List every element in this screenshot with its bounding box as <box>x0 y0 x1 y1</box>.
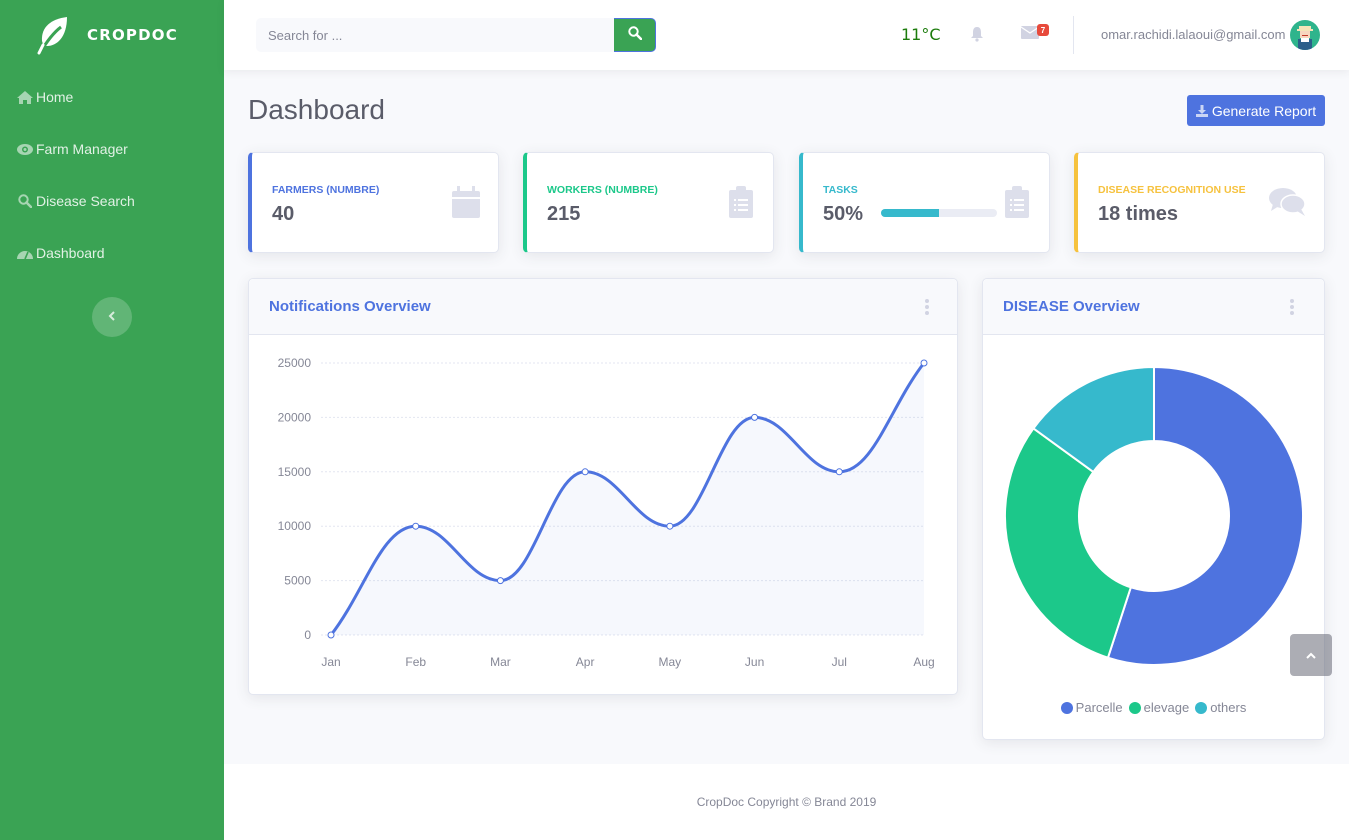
sidebar: CROPDOC Home Farm Manager Disease Search… <box>0 0 224 840</box>
notifications-area-chart: 0 5000 10000 15000 20000 25000 Jan Feb Mar Apr May… <box>278 356 935 669</box>
tachometer-icon <box>16 246 34 260</box>
data-point[interactable] <box>751 413 759 421</box>
tasks-progress-bar <box>881 209 939 217</box>
x-tick-label: Aug <box>913 655 934 669</box>
messages-count-badge: 7 <box>1037 24 1049 36</box>
sidebar-toggle-button[interactable] <box>92 297 132 337</box>
temperature: 11°C <box>901 25 941 44</box>
card-title: DISEASE Overview <box>1003 298 1140 315</box>
search-input[interactable] <box>256 18 614 52</box>
bell-icon[interactable] <box>970 26 984 47</box>
clipboard-list-icon <box>729 186 753 223</box>
data-point[interactable] <box>412 522 420 530</box>
y-tick-label: 5000 <box>284 574 311 588</box>
legend-dot <box>1060 701 1073 714</box>
user-email[interactable]: omar.rachidi.lalaoui@gmail.com <box>1101 27 1285 42</box>
stat-value: 18 times <box>1098 203 1179 225</box>
sidebar-item-dashboard[interactable]: Dashboard <box>0 227 224 279</box>
y-tick-label: 15000 <box>278 465 312 479</box>
stat-card-farmers: FARMERS (NUMBRE) 40 <box>248 152 499 253</box>
sidebar-nav: Home Farm Manager Disease Search Dashboa… <box>0 71 224 279</box>
comments-icon <box>1269 187 1306 222</box>
generate-report-label: Generate Report <box>1211 102 1317 119</box>
eye-icon <box>16 142 34 156</box>
leaf-icon <box>36 15 70 55</box>
donut-slice-elevage[interactable] <box>1004 427 1133 659</box>
stat-value: 215 <box>547 203 581 225</box>
search-button[interactable] <box>614 18 656 52</box>
page-title: Dashboard <box>248 94 385 125</box>
card-header: Notifications Overview <box>249 279 957 335</box>
chart-legend: Parcelle elevage others <box>983 700 1324 715</box>
sidebar-item-disease-search[interactable]: Disease Search <box>0 175 224 227</box>
calendar-icon <box>452 186 480 223</box>
home-icon <box>16 90 34 104</box>
search-icon <box>627 25 642 45</box>
clipboard-list-icon <box>1005 186 1029 223</box>
x-tick-label: Jan <box>321 655 340 669</box>
x-tick-label: Apr <box>576 655 595 669</box>
sidebar-item-label: Disease Search <box>36 193 135 209</box>
data-point[interactable] <box>835 468 843 476</box>
legend-label: elevage <box>1143 700 1190 715</box>
generate-report-button[interactable]: Generate Report <box>1187 95 1325 126</box>
x-tick-label: Jun <box>745 655 764 669</box>
x-tick-label: Feb <box>405 655 426 669</box>
tasks-progress <box>881 209 997 217</box>
legend-label: others <box>1210 700 1247 715</box>
y-tick-label: 25000 <box>278 356 312 370</box>
brand-name: CROPDOC <box>87 26 178 44</box>
disease-donut-chart <box>1004 365 1304 666</box>
sidebar-item-label: Farm Manager <box>36 141 128 157</box>
x-tick-label: May <box>659 655 682 669</box>
stat-label: WORKERS (NUMBRE) <box>547 184 658 196</box>
sidebar-item-label: Dashboard <box>36 245 105 261</box>
sidebar-item-farm-manager[interactable]: Farm Manager <box>0 123 224 175</box>
legend-item-elevage[interactable]: elevage <box>1128 700 1190 715</box>
data-point[interactable] <box>920 359 928 367</box>
data-point[interactable] <box>581 468 589 476</box>
stat-value: 50% <box>823 203 864 225</box>
stat-card-tasks: TASKS 50% <box>799 152 1050 253</box>
notifications-overview-card: Notifications Overview 0 5000 10000 15000 20… <box>248 278 958 695</box>
scroll-to-top-button[interactable] <box>1290 634 1332 676</box>
stat-value: 40 <box>272 203 295 225</box>
stat-label: DISEASE RECOGNITION USE <box>1098 184 1246 196</box>
x-tick-label: Mar <box>490 655 511 669</box>
y-tick-label: 0 <box>304 628 311 642</box>
data-point[interactable] <box>666 522 674 530</box>
chevron-left-icon <box>108 308 116 326</box>
download-icon <box>1195 104 1208 117</box>
legend-dot <box>1128 701 1141 714</box>
stat-card-disease-recognition: DISEASE RECOGNITION USE 18 times <box>1074 152 1325 253</box>
footer: CropDoc Copyright © Brand 2019 <box>224 764 1349 840</box>
card-title: Notifications Overview <box>269 298 431 315</box>
y-tick-label: 20000 <box>278 410 312 424</box>
search-form <box>256 18 656 52</box>
stat-label: FARMERS (NUMBRE) <box>272 184 380 196</box>
legend-item-others[interactable]: others <box>1195 700 1246 715</box>
topbar: 11°C 7 omar.rachidi.lalaoui@gmail.com <box>224 0 1349 70</box>
topbar-divider <box>1073 16 1074 54</box>
stat-label: TASKS <box>823 184 858 196</box>
card-header: DISEASE Overview <box>983 279 1324 335</box>
y-tick-label: 10000 <box>278 519 312 533</box>
stat-card-workers: WORKERS (NUMBRE) 215 <box>523 152 774 253</box>
sidebar-item-home[interactable]: Home <box>0 71 224 123</box>
more-options-icon[interactable] <box>923 299 931 315</box>
data-point[interactable] <box>496 577 504 585</box>
search-icon <box>16 194 34 208</box>
brand-link[interactable]: CROPDOC <box>0 0 224 70</box>
copyright-text: CropDoc Copyright © Brand 2019 <box>696 795 877 809</box>
legend-label: Parcelle <box>1075 700 1123 715</box>
sidebar-item-label: Home <box>36 89 74 105</box>
data-point[interactable] <box>327 631 335 639</box>
chevron-up-icon <box>1306 646 1316 664</box>
legend-item-parcelle[interactable]: Parcelle <box>1060 700 1123 715</box>
user-avatar[interactable] <box>1290 20 1320 50</box>
x-tick-label: Jul <box>832 655 847 669</box>
disease-overview-card: DISEASE Overview Parcelle elevage others <box>982 278 1325 740</box>
legend-dot <box>1195 701 1208 714</box>
more-options-icon[interactable] <box>1288 299 1296 315</box>
